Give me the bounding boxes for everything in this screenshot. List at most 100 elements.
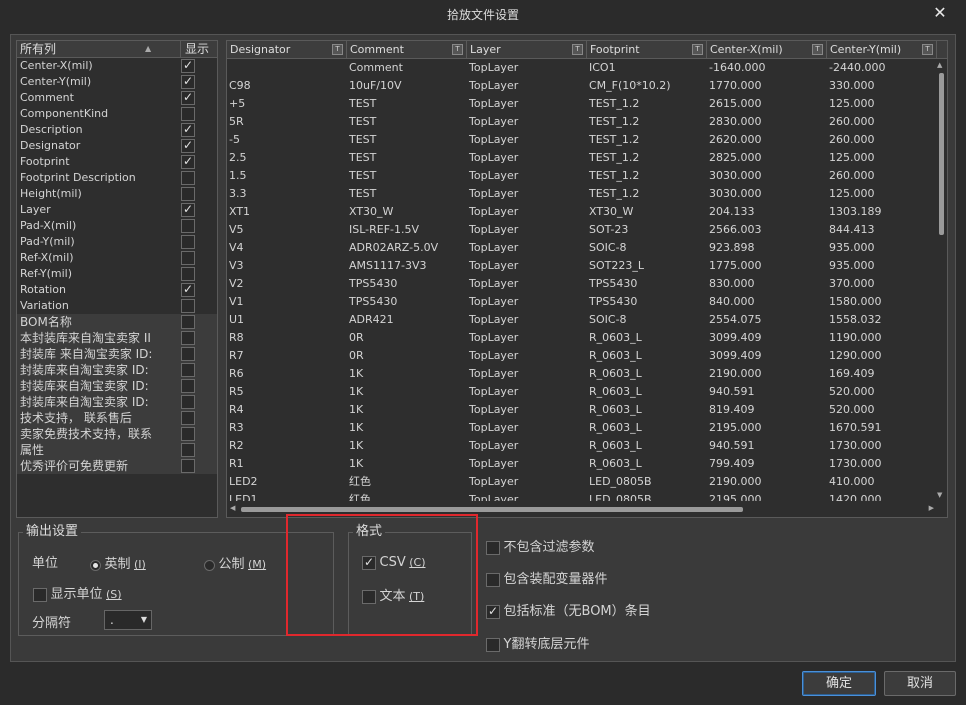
column-list-item[interactable]: Pad-Y(mil): [17, 234, 217, 250]
column-list-item[interactable]: Pad-X(mil): [17, 218, 217, 234]
column-show-checkbox[interactable]: [181, 282, 195, 297]
column-show-checkbox[interactable]: [181, 331, 195, 345]
grid-header-cell[interactable]: Layer T: [467, 41, 587, 59]
column-list-item[interactable]: ComponentKind: [17, 106, 217, 122]
table-row[interactable]: XT1 XT30_W TopLayer XT30_W 204.133 1303.189: [227, 203, 937, 221]
ok-button[interactable]: 确定: [802, 671, 876, 696]
table-row[interactable]: Comment TopLayer ICO1 -1640.000 -2440.000: [227, 59, 937, 77]
column-list-item[interactable]: 封装库来自淘宝卖家 ID:: [17, 362, 217, 378]
scroll-up-icon[interactable]: ▲: [937, 61, 942, 69]
column-list-item[interactable]: 本封装库来自淘宝卖家 II: [17, 330, 217, 346]
column-list-item[interactable]: 属性: [17, 442, 217, 458]
column-show-checkbox[interactable]: [181, 379, 195, 393]
vertical-scrollbar[interactable]: ▲ ▼: [936, 59, 947, 501]
column-show-checkbox[interactable]: [181, 267, 195, 281]
column-show-checkbox[interactable]: [181, 107, 195, 121]
column-list-item[interactable]: Description: [17, 122, 217, 138]
table-row[interactable]: V1 TPS5430 TopLayer TPS5430 840.000 1580.000: [227, 293, 937, 311]
column-show-checkbox[interactable]: [181, 251, 195, 265]
column-show-checkbox[interactable]: [181, 58, 195, 73]
table-row[interactable]: C98 10uF/10V TopLayer CM_F(10*10.2) 1770.000…: [227, 77, 937, 95]
column-list-item[interactable]: Height(mil): [17, 186, 217, 202]
column-list-item[interactable]: Ref-Y(mil): [17, 266, 217, 282]
table-row[interactable]: R4 1K TopLayer R_0603_L 819.409 520.000: [227, 401, 937, 419]
column-show-checkbox[interactable]: [181, 459, 195, 473]
column-list-item[interactable]: Footprint: [17, 154, 217, 170]
include-variant-checkbox[interactable]: 包含装配变量器件: [486, 568, 608, 587]
column-list-item[interactable]: Center-Y(mil): [17, 74, 217, 90]
show-units-checkbox[interactable]: 显示单位 (S): [33, 583, 122, 602]
column-show-checkbox[interactable]: [181, 202, 195, 217]
metric-radio-dot[interactable]: [204, 559, 215, 571]
column-show-checkbox[interactable]: [181, 74, 195, 89]
column-list-item[interactable]: Center-X(mil): [17, 58, 217, 74]
table-row[interactable]: R1 1K TopLayer R_0603_L 799.409 1730.000: [227, 455, 937, 473]
table-row[interactable]: 2.5 TEST TopLayer TEST_1.2 2825.000 125.000: [227, 149, 937, 167]
exclude-filter-checkbox[interactable]: 不包含过滤参数: [486, 536, 595, 555]
include-standard-box[interactable]: [486, 604, 500, 619]
column-list-item[interactable]: Footprint Description: [17, 170, 217, 186]
grid-header-cell[interactable]: Footprint T: [587, 41, 707, 59]
filter-icon[interactable]: T: [812, 44, 823, 55]
table-row[interactable]: 3.3 TEST TopLayer TEST_1.2 3030.000 125.000: [227, 185, 937, 203]
table-row[interactable]: LED1 红色 TopLayer LED_0805B 2195.000 1420.000: [227, 491, 937, 501]
column-list-item[interactable]: 优秀评价可免费更新: [17, 458, 217, 474]
column-list-item[interactable]: 封装库来自淘宝卖家 ID:: [17, 394, 217, 410]
flip-y-box[interactable]: [486, 638, 500, 652]
column-list-item[interactable]: 封装库 来自淘宝卖家 ID:: [17, 346, 217, 362]
scroll-right-icon[interactable]: ▶: [929, 504, 934, 512]
separator-select[interactable]: . ▼: [104, 610, 152, 630]
metric-radio[interactable]: 公制 (M): [204, 553, 266, 572]
scroll-down-icon[interactable]: ▼: [937, 491, 942, 499]
filter-icon[interactable]: T: [452, 44, 463, 55]
column-show-checkbox[interactable]: [181, 411, 195, 425]
table-row[interactable]: 1.5 TEST TopLayer TEST_1.2 3030.000 260.000: [227, 167, 937, 185]
scroll-left-icon[interactable]: ◀: [230, 504, 235, 512]
table-row[interactable]: V3 AMS1117-3V3 TopLayer SOT223_L 1775.000 935…: [227, 257, 937, 275]
include-variant-box[interactable]: [486, 573, 500, 587]
column-show-checkbox[interactable]: [181, 138, 195, 153]
table-row[interactable]: V4 ADR02ARZ-5.0V TopLayer SOIC-8 923.898 935.…: [227, 239, 937, 257]
horizontal-scroll-thumb[interactable]: [241, 507, 743, 512]
table-row[interactable]: U1 ADR421 TopLayer SOIC-8 2554.075 1558.032: [227, 311, 937, 329]
column-show-checkbox[interactable]: [181, 315, 195, 329]
table-row[interactable]: R6 1K TopLayer R_0603_L 2190.000 169.409: [227, 365, 937, 383]
imperial-radio[interactable]: 英制 (I): [90, 553, 146, 572]
table-row[interactable]: R5 1K TopLayer R_0603_L 940.591 520.000: [227, 383, 937, 401]
column-list-item[interactable]: Rotation: [17, 282, 217, 298]
column-show-checkbox[interactable]: [181, 90, 195, 105]
sort-up-icon[interactable]: ▲: [145, 41, 151, 57]
close-icon[interactable]: ✕: [928, 2, 952, 26]
column-show-checkbox[interactable]: [181, 363, 195, 377]
column-list-item[interactable]: Variation: [17, 298, 217, 314]
column-show-checkbox[interactable]: [181, 427, 195, 441]
column-list-item[interactable]: 封装库来自淘宝卖家 ID:: [17, 378, 217, 394]
column-show-checkbox[interactable]: [181, 122, 195, 137]
table-row[interactable]: R3 1K TopLayer R_0603_L 2195.000 1670.591: [227, 419, 937, 437]
column-show-checkbox[interactable]: [181, 395, 195, 409]
column-list-item[interactable]: Designator: [17, 138, 217, 154]
column-list-item[interactable]: Ref-X(mil): [17, 250, 217, 266]
show-units-box[interactable]: [33, 588, 47, 602]
column-list-item[interactable]: 卖家免费技术支持，联系: [17, 426, 217, 442]
header-all-columns[interactable]: 所有列: [20, 41, 56, 57]
grid-header-cell[interactable]: Designator T: [227, 41, 347, 59]
column-show-checkbox[interactable]: [181, 235, 195, 249]
filter-icon[interactable]: T: [332, 44, 343, 55]
table-row[interactable]: V5 ISL-REF-1.5V TopLayer SOT-23 2566.003 844.…: [227, 221, 937, 239]
column-show-checkbox[interactable]: [181, 299, 195, 313]
column-list-item[interactable]: 技术支持， 联系售后: [17, 410, 217, 426]
column-show-checkbox[interactable]: [181, 171, 195, 185]
column-list-item[interactable]: BOM名称: [17, 314, 217, 330]
imperial-radio-dot[interactable]: [90, 559, 101, 571]
table-row[interactable]: R8 0R TopLayer R_0603_L 3099.409 1190.000: [227, 329, 937, 347]
grid-header-cell[interactable]: Center-X(mil) T: [707, 41, 827, 59]
column-show-checkbox[interactable]: [181, 219, 195, 233]
filter-icon[interactable]: T: [922, 44, 933, 55]
filter-icon[interactable]: T: [692, 44, 703, 55]
column-show-checkbox[interactable]: [181, 443, 195, 457]
column-show-checkbox[interactable]: [181, 154, 195, 169]
column-list-item[interactable]: Layer: [17, 202, 217, 218]
exclude-filter-box[interactable]: [486, 541, 500, 555]
include-standard-checkbox[interactable]: 包括标准（无BOM）条目: [486, 600, 651, 619]
